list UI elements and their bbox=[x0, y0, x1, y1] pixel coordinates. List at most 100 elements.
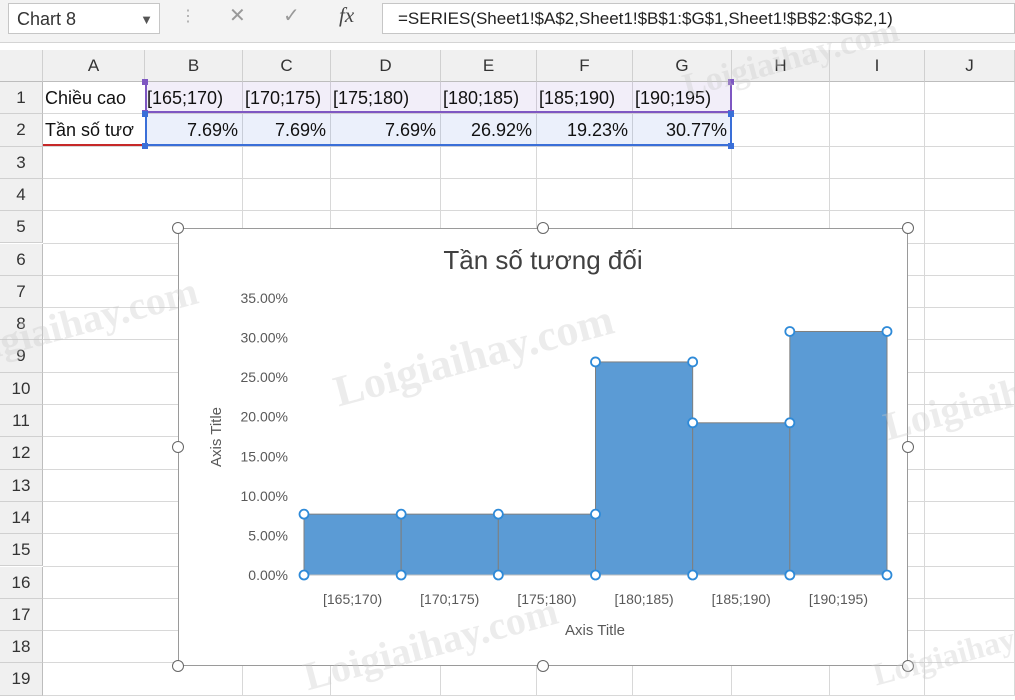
resize-handle[interactable] bbox=[172, 222, 184, 234]
selection-marker[interactable] bbox=[784, 326, 796, 337]
gridline-v bbox=[924, 82, 925, 696]
selection-marker[interactable] bbox=[687, 417, 699, 429]
name-box[interactable]: Chart 8 ▼ bbox=[8, 3, 160, 34]
resize-handle[interactable] bbox=[537, 660, 549, 672]
range-corner-handle[interactable] bbox=[728, 111, 734, 118]
resize-handle[interactable] bbox=[172, 660, 184, 672]
resize-handle[interactable] bbox=[902, 441, 914, 453]
range-corner-handle[interactable] bbox=[728, 79, 734, 85]
resize-handle[interactable] bbox=[902, 222, 914, 234]
column-header-I[interactable]: I bbox=[830, 50, 925, 82]
y-tick-label: 25.00% bbox=[241, 369, 288, 385]
series-name-highlight bbox=[43, 143, 142, 146]
row-header-9[interactable]: 9 bbox=[0, 340, 43, 373]
selection-marker[interactable] bbox=[687, 569, 699, 581]
bar-3[interactable] bbox=[497, 513, 597, 576]
column-header-G[interactable]: G bbox=[633, 50, 732, 82]
row-header-2[interactable]: 2 bbox=[0, 114, 43, 147]
range-corner-handle[interactable] bbox=[728, 142, 734, 149]
bar-4[interactable] bbox=[595, 361, 694, 576]
row-header-18[interactable]: 18 bbox=[0, 631, 43, 664]
row-header-8[interactable]: 8 bbox=[0, 308, 43, 341]
category-range-highlight bbox=[145, 82, 732, 114]
row-header-19[interactable]: 19 bbox=[0, 663, 43, 696]
selection-marker[interactable] bbox=[687, 356, 699, 368]
row-header-7[interactable]: 7 bbox=[0, 275, 43, 309]
y-tick-label: 0.00% bbox=[248, 567, 288, 583]
x-tick-label: [170;175) bbox=[420, 591, 479, 607]
chart-object[interactable]: Tần số tương đối 0.00% 5.00% 10.00% 15.00% 20… bbox=[178, 228, 908, 666]
chart-title[interactable]: Tần số tương đối bbox=[443, 245, 642, 275]
gridline-h bbox=[43, 694, 1015, 696]
y-axis-title[interactable]: Axis Title bbox=[208, 407, 225, 467]
more-options-icon[interactable]: ⋮ bbox=[180, 6, 196, 26]
enter-icon[interactable]: ✓ bbox=[283, 3, 300, 28]
y-tick-label: 20.00% bbox=[241, 409, 288, 425]
row-header-13[interactable]: 13 bbox=[0, 469, 43, 502]
cancel-icon[interactable]: ✕ bbox=[229, 3, 246, 28]
selection-marker[interactable] bbox=[590, 356, 601, 368]
selection-marker[interactable] bbox=[590, 508, 601, 520]
formula-input[interactable]: =SERIES(Sheet1!$A$2,Sheet1!$B$1:$G$1,She… bbox=[382, 3, 1015, 34]
row-header-11[interactable]: 11 bbox=[0, 405, 43, 438]
selection-marker[interactable] bbox=[395, 508, 407, 520]
resize-handle[interactable] bbox=[902, 660, 914, 672]
y-tick-label: 30.00% bbox=[241, 330, 288, 346]
selection-marker[interactable] bbox=[395, 569, 407, 581]
selection-marker[interactable] bbox=[590, 569, 601, 581]
row-header-10[interactable]: 10 bbox=[0, 372, 43, 405]
x-tick-label: [165;170) bbox=[323, 591, 382, 607]
row-header-16[interactable]: 16 bbox=[0, 566, 43, 599]
selection-marker[interactable] bbox=[298, 569, 310, 581]
chart-svg: Tần số tương đối 0.00% 5.00% 10.00% 15.00% 20… bbox=[208, 245, 893, 639]
range-corner-handle[interactable] bbox=[142, 79, 148, 85]
column-header-A[interactable]: A bbox=[43, 50, 145, 82]
x-axis-title[interactable]: Axis Title bbox=[565, 622, 625, 639]
insert-function-icon[interactable]: fx bbox=[339, 3, 354, 28]
select-all-corner[interactable] bbox=[0, 50, 43, 82]
bar-5[interactable] bbox=[692, 422, 791, 576]
selection-marker[interactable] bbox=[784, 569, 796, 581]
column-header-D[interactable]: D bbox=[331, 50, 441, 82]
column-header-B[interactable]: B bbox=[145, 50, 243, 82]
x-tick-label: [185;190) bbox=[712, 591, 771, 607]
bar-2[interactable] bbox=[400, 513, 499, 576]
row-header-3[interactable]: 3 bbox=[0, 146, 43, 179]
selection-marker[interactable] bbox=[881, 569, 893, 581]
chevron-down-icon[interactable]: ▼ bbox=[140, 12, 153, 27]
row-header-4[interactable]: 4 bbox=[0, 178, 43, 212]
formula-text: =SERIES(Sheet1!$A$2,Sheet1!$B$1:$G$1,She… bbox=[398, 9, 893, 28]
x-tick-label: [180;185) bbox=[614, 591, 673, 607]
cell-a2[interactable]: Tần số tươ bbox=[43, 114, 145, 146]
formula-bar: Chart 8 ▼ ⋮ ✕ ✓ fx =SERIES(Sheet1!$A$2,S… bbox=[0, 0, 1015, 43]
x-tick-label: [175;180) bbox=[517, 591, 576, 607]
row-header-14[interactable]: 14 bbox=[0, 501, 43, 535]
selection-marker[interactable] bbox=[881, 326, 893, 337]
column-header-E[interactable]: E bbox=[441, 50, 537, 82]
resize-handle[interactable] bbox=[537, 222, 549, 234]
column-header-J[interactable]: J bbox=[925, 50, 1015, 82]
selection-marker[interactable] bbox=[298, 508, 310, 520]
range-corner-handle[interactable] bbox=[142, 142, 148, 149]
row-header-12[interactable]: 12 bbox=[0, 437, 43, 470]
row-header-6[interactable]: 6 bbox=[0, 243, 43, 276]
selection-marker[interactable] bbox=[784, 417, 796, 429]
y-tick-label: 5.00% bbox=[248, 527, 288, 543]
y-tick-label: 10.00% bbox=[241, 488, 288, 504]
row-header-5[interactable]: 5 bbox=[0, 211, 43, 244]
bar-6[interactable] bbox=[789, 330, 888, 576]
column-header-C[interactable]: C bbox=[243, 50, 331, 82]
column-header-H[interactable]: H bbox=[732, 50, 830, 82]
cell-a1[interactable]: Chiều cao bbox=[43, 82, 145, 114]
row-header-17[interactable]: 17 bbox=[0, 598, 43, 632]
resize-handle[interactable] bbox=[172, 441, 184, 453]
name-box-value: Chart 8 bbox=[17, 9, 77, 29]
row-header-15[interactable]: 15 bbox=[0, 534, 43, 567]
selection-marker[interactable] bbox=[492, 569, 504, 581]
selection-marker[interactable] bbox=[492, 508, 504, 520]
bar-1[interactable] bbox=[303, 513, 402, 576]
row-header-1[interactable]: 1 bbox=[0, 82, 43, 115]
range-corner-handle[interactable] bbox=[142, 111, 148, 118]
gridline-h bbox=[43, 210, 1015, 212]
column-header-F[interactable]: F bbox=[537, 50, 633, 82]
